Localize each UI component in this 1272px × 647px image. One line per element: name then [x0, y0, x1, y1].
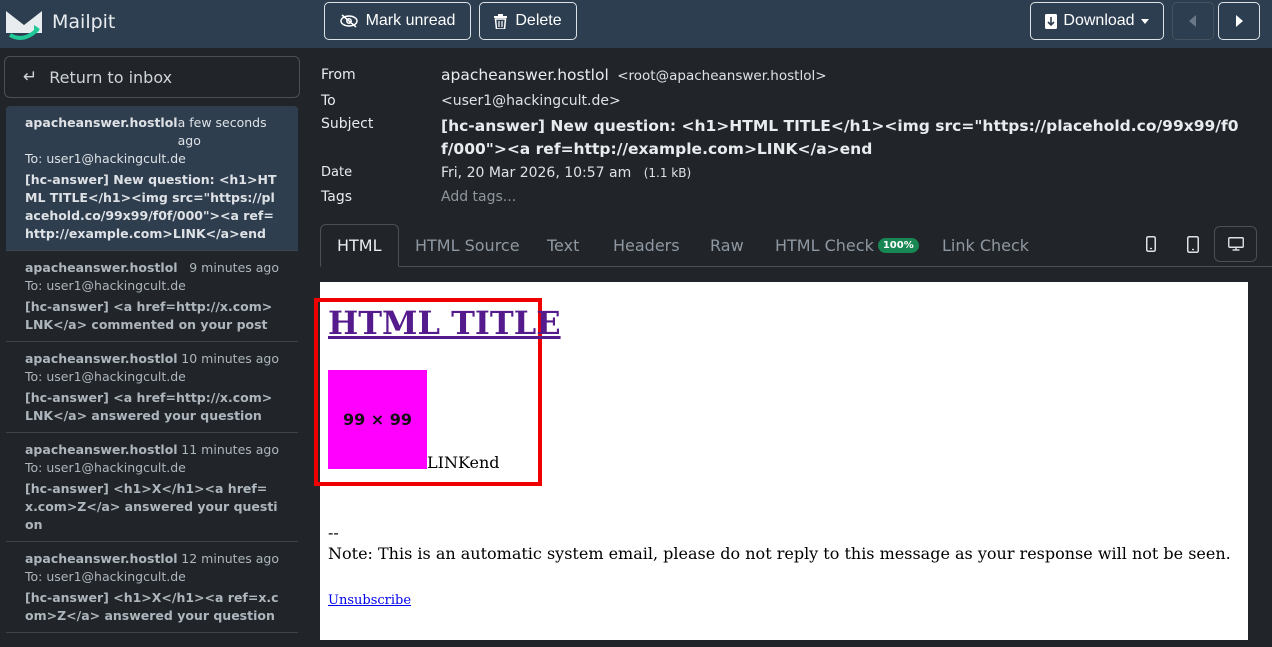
message-time: 9 minutes ago — [189, 260, 279, 275]
tablet-view-button[interactable] — [1176, 226, 1210, 262]
tab-link-check[interactable]: Link Check — [926, 224, 1045, 267]
placeholder-image: 99 × 99 — [328, 370, 427, 469]
message-recipient: To: user1@hackingcult.de — [25, 151, 186, 166]
tags-input[interactable]: Add tags... — [441, 189, 516, 205]
tab-headers[interactable]: Headers — [597, 224, 696, 267]
trash-icon — [494, 13, 508, 29]
delete-label: Delete — [515, 12, 562, 29]
message-list-item[interactable]: apacheanswer.hostlol a few seconds ago T… — [6, 106, 298, 251]
message-sender: apacheanswer.hostlol — [25, 551, 178, 566]
subject-value: [hc-answer] New question: <h1>HTML TITLE… — [441, 117, 1239, 158]
message-recipient: To: user1@hackingcult.de — [25, 460, 186, 475]
message-recipient: To: user1@hackingcult.de — [25, 569, 186, 584]
eye-slash-icon — [339, 14, 358, 28]
tab-html-check-label: HTML Check — [775, 236, 874, 255]
message-list-item[interactable]: apacheanswer.hostlol 11 minutes ago To: … — [6, 433, 298, 542]
preview-html-title-link[interactable]: HTML TITLE — [328, 304, 561, 342]
caret-right-icon — [1236, 15, 1243, 27]
date-value: Fri, 20 Mar 2026, 10:57 am (1.1 kB) — [441, 165, 691, 181]
message-time: 12 minutes ago — [181, 551, 279, 566]
next-message-button[interactable] — [1218, 2, 1260, 40]
date-label: Date — [321, 165, 353, 180]
desktop-icon — [1227, 237, 1244, 251]
tab-raw[interactable]: Raw — [694, 224, 760, 267]
signature-separator: -- — [328, 523, 339, 542]
unsubscribe-link[interactable]: Unsubscribe — [328, 593, 411, 608]
desktop-view-button[interactable] — [1214, 226, 1257, 262]
app-brand[interactable]: Mailpit — [4, 2, 115, 42]
message-list-item[interactable]: apacheanswer.hostlol 10 minutes ago To: … — [6, 342, 298, 433]
message-subject: [hc-answer] New question: <h1>HTML TITLE… — [25, 172, 277, 241]
message-sender: apacheanswer.hostlol — [25, 351, 178, 366]
message-sender: apacheanswer.hostlol — [25, 260, 178, 275]
date-text: Fri, 20 Mar 2026, 10:57 am — [441, 165, 632, 181]
message-recipient: To: user1@hackingcult.de — [25, 278, 186, 293]
mark-unread-label: Mark unread — [365, 12, 456, 29]
message-sender: apacheanswer.hostlol — [25, 115, 178, 130]
tags-label: Tags — [321, 189, 352, 205]
message-subject: [hc-answer] <a href=http://x.com>LNK</a>… — [25, 299, 273, 332]
caret-left-icon — [1189, 15, 1196, 27]
caret-down-icon — [1140, 18, 1149, 24]
from-address[interactable]: <root@apacheanswer.hostlol> — [617, 68, 826, 84]
from-value: apacheanswer.hostlol <root@apacheanswer.… — [441, 66, 827, 84]
return-to-inbox-button[interactable]: ↵ Return to inbox — [4, 56, 300, 98]
mark-unread-button[interactable]: Mark unread — [324, 2, 471, 40]
from-label: From — [321, 67, 356, 83]
tab-html[interactable]: HTML — [320, 224, 399, 267]
message-sender: apacheanswer.hostlol — [25, 442, 178, 457]
html-preview-pane: HTML TITLE 99 × 99 LINKend -- Note: This… — [314, 282, 1248, 640]
message-time: a few seconds ago — [177, 115, 267, 148]
message-list-item[interactable]: apacheanswer.hostlol 9 minutes ago To: u… — [6, 251, 298, 342]
tablet-icon — [1187, 235, 1199, 253]
return-to-inbox-label: Return to inbox — [49, 67, 173, 87]
message-subject: [hc-answer] <h1>X</h1><a href=x.com>Z</a… — [25, 481, 278, 532]
download-label: Download — [1063, 12, 1135, 29]
tab-html-check[interactable]: HTML Check 100% — [759, 224, 935, 267]
phone-view-button[interactable] — [1136, 226, 1166, 262]
from-name[interactable]: apacheanswer.hostlol — [441, 66, 609, 84]
message-size: (1.1 kB) — [643, 166, 692, 180]
mailpit-logo-icon — [5, 7, 43, 40]
delete-button[interactable]: Delete — [479, 2, 577, 40]
preview-link-end-text: LINKend — [427, 453, 500, 472]
tab-html-source[interactable]: HTML Source — [399, 224, 536, 267]
message-subject: [hc-answer] <h1>X</h1><a ref=x.com>Z</a>… — [25, 590, 279, 623]
message-recipient: To: user1@hackingcult.de — [25, 369, 186, 384]
tab-text[interactable]: Text — [531, 224, 595, 267]
message-time: 10 minutes ago — [181, 351, 279, 366]
phone-icon — [1146, 236, 1156, 252]
download-button[interactable]: Download — [1030, 2, 1164, 40]
message-list: apacheanswer.hostlol a few seconds ago T… — [6, 106, 298, 647]
message-list-item[interactable]: apacheanswer.hostlol 12 minutes ago To: … — [6, 542, 298, 633]
previous-message-button[interactable] — [1172, 2, 1214, 40]
automatic-email-note: Note: This is an automatic system email,… — [328, 544, 1231, 563]
app-name: Mailpit — [52, 11, 116, 33]
return-arrow-icon: ↵ — [23, 67, 38, 87]
to-value[interactable]: <user1@hackingcult.de> — [441, 93, 621, 109]
to-label: To — [321, 93, 336, 109]
download-file-icon — [1045, 13, 1058, 29]
html-check-score-badge: 100% — [877, 238, 919, 253]
message-subject: [hc-answer] <a href=http://x.com>LNK</a>… — [25, 390, 273, 423]
placeholder-image-text: 99 × 99 — [342, 410, 413, 429]
subject-label: Subject — [321, 116, 374, 132]
message-time: 11 minutes ago — [181, 442, 279, 457]
top-bar: Mailpit Mark unread Delete Download — [0, 0, 1272, 48]
